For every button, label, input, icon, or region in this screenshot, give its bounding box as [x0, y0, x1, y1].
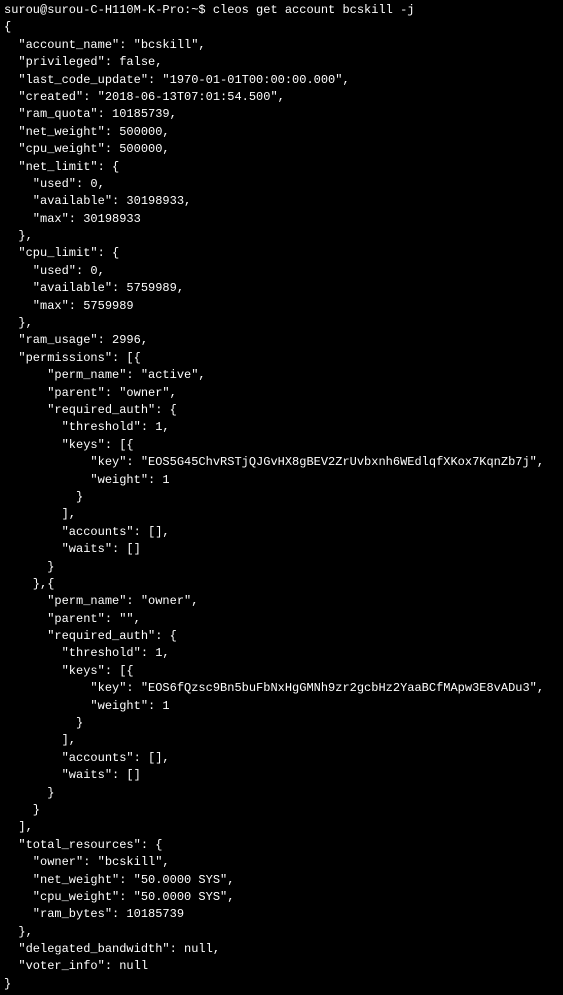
terminal-output: surou@surou-C-H110M-K-Pro:~$ cleos get a… — [0, 0, 563, 995]
json-response: { "account_name": "bcskill", "privileged… — [4, 20, 544, 990]
command-prompt: surou@surou-C-H110M-K-Pro:~$ cleos get a… — [4, 3, 414, 17]
